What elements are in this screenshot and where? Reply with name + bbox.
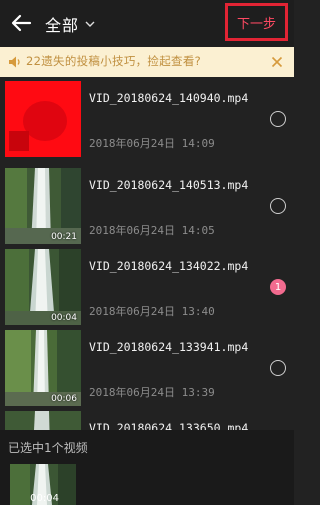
selected-tray: 已选中1个视频 00:04 — [0, 430, 294, 505]
video-filename: VID_20180624_133941.mp4 — [89, 340, 249, 354]
video-item[interactable]: VID_20180624_140940.mp4 2018年06月24日 14:0… — [0, 77, 294, 158]
video-date: 2018年06月24日 14:05 — [89, 224, 215, 237]
video-list[interactable]: VID_20180624_140940.mp4 2018年06月24日 14:0… — [0, 77, 294, 430]
video-item[interactable]: VID_20180624_133650.mp4 — [0, 407, 294, 430]
video-date: 2018年06月24日 13:40 — [89, 305, 215, 318]
video-thumbnail: 00:04 — [5, 249, 81, 325]
select-radio[interactable] — [270, 111, 286, 127]
video-duration: 00:04 — [51, 313, 77, 323]
select-radio[interactable] — [270, 198, 286, 214]
select-radio[interactable] — [270, 360, 286, 376]
video-item[interactable]: 00:21 VID_20180624_140513.mp4 2018年06月24… — [0, 164, 294, 245]
video-duration: 00:21 — [51, 232, 77, 242]
tip-text: 22遗失的投稿小技巧，捡起查看? — [26, 54, 202, 68]
video-thumbnail — [5, 411, 81, 430]
speaker-icon — [9, 56, 20, 68]
album-title: 全部 — [45, 16, 80, 35]
video-date: 2018年06月24日 13:39 — [89, 386, 215, 399]
chevron-down-icon — [85, 21, 95, 27]
video-thumbnail: 00:06 — [5, 330, 81, 406]
video-thumbnail — [5, 81, 81, 157]
video-duration: 00:06 — [51, 394, 77, 404]
top-bar: 全部 下一步 — [0, 0, 294, 47]
video-filename: VID_20180624_133650.mp4 — [89, 421, 249, 430]
back-arrow-icon[interactable] — [10, 12, 32, 34]
next-step-button[interactable]: 下一步 — [225, 3, 288, 41]
selected-count-label: 已选中1个视频 — [8, 441, 88, 455]
selected-video-thumbnail[interactable]: 00:04 — [10, 464, 76, 505]
video-filename: VID_20180624_140940.mp4 — [89, 91, 249, 105]
album-selector[interactable]: 全部 — [45, 12, 95, 36]
close-icon[interactable] — [271, 56, 283, 68]
video-item[interactable]: 00:06 VID_20180624_133941.mp4 2018年06月24… — [0, 326, 294, 407]
video-filename: VID_20180624_134022.mp4 — [89, 259, 249, 273]
video-date: 2018年06月24日 14:09 — [89, 137, 215, 150]
selected-badge[interactable]: 1 — [270, 279, 286, 295]
video-thumbnail: 00:21 — [5, 168, 81, 244]
video-filename: VID_20180624_140513.mp4 — [89, 178, 249, 192]
selected-video-duration: 00:04 — [30, 493, 59, 504]
video-item[interactable]: 00:04 VID_20180624_134022.mp4 2018年06月24… — [0, 245, 294, 326]
tip-banner[interactable]: 22遗失的投稿小技巧，捡起查看? — [0, 47, 294, 77]
